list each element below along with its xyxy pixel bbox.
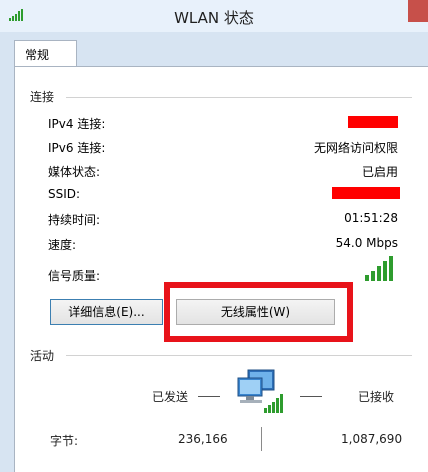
- received-line: [300, 396, 322, 397]
- ipv6-label: IPv6 连接:: [48, 141, 106, 155]
- signal-strength-icon: [364, 256, 394, 282]
- sent-line: [198, 396, 220, 397]
- bytes-received-value: 1,087,690: [341, 432, 403, 446]
- ipv6-value: 无网络访问权限: [313, 141, 398, 155]
- media-state-value: 已启用: [361, 165, 398, 179]
- connection-divider: [66, 97, 412, 98]
- speed-label: 速度:: [48, 238, 77, 252]
- duration-value: 01:51:28: [344, 211, 398, 225]
- ssid-label: SSID:: [48, 187, 81, 201]
- bytes-label: 字节:: [50, 434, 79, 448]
- sent-label: 已发送: [152, 390, 189, 404]
- media-state-label: 媒体状态:: [48, 165, 101, 179]
- tab-general[interactable]: 常规: [14, 40, 77, 67]
- network-computer-icon: [234, 368, 286, 416]
- title-bar: WLAN 状态: [0, 0, 428, 32]
- signal-quality-label: 信号质量:: [48, 269, 101, 283]
- speed-value: 54.0 Mbps: [335, 236, 398, 250]
- activity-header: 活动: [30, 349, 55, 363]
- duration-label: 持续时间:: [48, 213, 101, 227]
- activity-divider: [66, 355, 412, 356]
- ipv4-label: IPv4 连接:: [48, 117, 106, 131]
- ipv4-value-redacted: [348, 116, 398, 128]
- highlight-annotation: [164, 282, 353, 342]
- bytes-sent-value: 236,166: [178, 432, 228, 446]
- bytes-divider: [261, 427, 262, 451]
- connection-header: 连接: [30, 90, 55, 104]
- ssid-value-redacted: [332, 187, 400, 199]
- close-button[interactable]: [408, 0, 428, 22]
- window-title: WLAN 状态: [174, 9, 254, 27]
- received-label: 已接收: [358, 390, 395, 404]
- details-button[interactable]: 详细信息(E)...: [50, 299, 163, 325]
